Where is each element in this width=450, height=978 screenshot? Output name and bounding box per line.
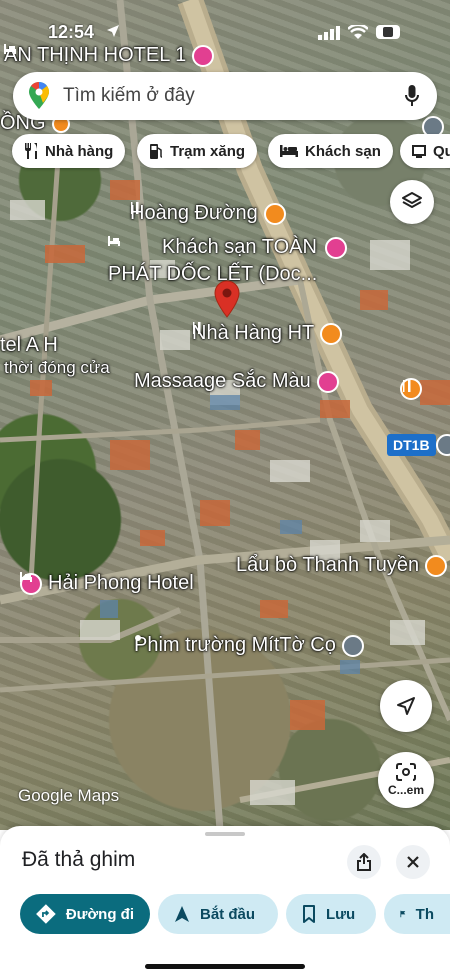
restaurant-icon bbox=[131, 202, 286, 225]
chip-label: Khách sạn bbox=[305, 142, 381, 160]
road-badge-dt1b: DT1B bbox=[387, 434, 436, 456]
poi-label: Nhà Hàng HT bbox=[192, 322, 315, 344]
poi-label: Khách sạn TOÀN bbox=[162, 236, 317, 258]
battery-icon bbox=[376, 25, 400, 39]
hotel-icon bbox=[108, 236, 347, 259]
directions-icon bbox=[36, 904, 56, 924]
directions-button[interactable]: Đường đi bbox=[20, 894, 150, 934]
fork-knife-icon bbox=[25, 143, 37, 159]
google-maps-attribution: Google Maps bbox=[18, 786, 120, 805]
label-label: Th bbox=[415, 905, 434, 923]
layers-button[interactable] bbox=[390, 180, 434, 224]
flag-icon bbox=[400, 910, 406, 918]
poi-closed-status: thời đóng cửa bbox=[4, 358, 110, 377]
microphone-icon[interactable] bbox=[405, 85, 419, 107]
my-location-button[interactable] bbox=[380, 680, 432, 732]
google-maps-logo-icon bbox=[29, 82, 49, 109]
start-button[interactable]: Bắt đầu bbox=[158, 894, 278, 934]
chip-restaurants[interactable]: Nhà hàng bbox=[12, 134, 126, 168]
camera-label: C...em bbox=[387, 783, 424, 797]
poi-tel-a-h[interactable]: tel A H bbox=[0, 334, 58, 357]
cellular-signal-icon bbox=[318, 26, 340, 40]
sheet-title: Đã thả ghim bbox=[22, 848, 136, 871]
search-bar[interactable]: Tìm kiếm ở đây bbox=[13, 72, 437, 120]
chip-label: Nhà hàng bbox=[45, 142, 114, 160]
save-label: Lưu bbox=[326, 905, 356, 923]
directions-label: Đường đi bbox=[65, 905, 134, 923]
camera-icon bbox=[396, 763, 416, 781]
location-arrow-icon bbox=[107, 25, 119, 37]
wifi-icon bbox=[348, 25, 368, 39]
start-label: Bắt đầu bbox=[200, 905, 256, 923]
share-icon bbox=[357, 853, 371, 871]
poi-lau-bo[interactable]: Lẩu bò Thanh Tuyền bbox=[236, 554, 448, 577]
hotel-icon bbox=[4, 44, 215, 67]
status-time: 12:54 bbox=[48, 22, 95, 42]
place-icon bbox=[135, 634, 364, 657]
status-bar: 12:54 bbox=[0, 0, 450, 44]
lens-camera-button[interactable]: C...em bbox=[378, 752, 434, 808]
save-button[interactable]: Lưu bbox=[286, 894, 376, 934]
poi-nha-hang-ht[interactable]: Nhà Hàng HT bbox=[192, 322, 343, 345]
shopping-icon bbox=[412, 145, 426, 158]
poi-an-thinh-hotel[interactable]: AN THỊNH HOTEL 1 bbox=[4, 44, 215, 67]
navigation-arrow-icon bbox=[397, 697, 415, 715]
poi-label: Phim trường MítTờ Cọ bbox=[134, 634, 336, 656]
label-button[interactable]: Th bbox=[384, 894, 450, 934]
hotel-icon bbox=[20, 572, 42, 595]
restaurant-icon bbox=[193, 322, 343, 345]
restaurant-icon[interactable] bbox=[400, 378, 422, 400]
spa-icon bbox=[316, 370, 339, 393]
chip-label: Qu bbox=[433, 142, 450, 160]
home-indicator[interactable] bbox=[145, 964, 305, 969]
share-button[interactable] bbox=[347, 845, 381, 879]
close-button[interactable] bbox=[396, 845, 430, 879]
layers-icon bbox=[402, 192, 422, 208]
poi-hai-phong-hotel[interactable]: Hải Phong Hotel bbox=[20, 572, 194, 595]
search-input[interactable]: Tìm kiếm ở đây bbox=[63, 85, 195, 107]
category-chips: Nhà hàng Trạm xăng Khách sạn Qu bbox=[0, 134, 450, 168]
poi-phim-truong[interactable]: Phim trường MítTờ Cọ bbox=[134, 634, 364, 657]
chip-shopping[interactable]: Qu bbox=[400, 134, 450, 168]
navigation-icon bbox=[175, 906, 189, 922]
poi-massage[interactable]: Massaage Sắc Màu bbox=[134, 370, 339, 393]
restaurant-icon bbox=[425, 554, 448, 577]
bottom-sheet[interactable]: Đã thả ghim Đường đi Bắt đầu Lưu Th bbox=[0, 826, 450, 978]
poi-label: Massaage Sắc Màu bbox=[134, 370, 311, 392]
bed-icon bbox=[280, 145, 298, 157]
chip-gas-stations[interactable]: Trạm xăng bbox=[137, 134, 258, 168]
close-icon bbox=[407, 856, 419, 868]
chip-label: Trạm xăng bbox=[170, 142, 246, 160]
bookmark-icon bbox=[303, 905, 315, 923]
poi-label: Lẩu bò Thanh Tuyền bbox=[236, 554, 420, 576]
poi-hoang-duong[interactable]: Hoàng Đường bbox=[130, 202, 286, 225]
gas-station-icon bbox=[150, 144, 163, 159]
poi-label: Hoàng Đường bbox=[130, 202, 258, 224]
poi-toan-phat-hotel[interactable]: Khách sạn TOÀN PHÁT DỐC LẾT (Doc... bbox=[108, 236, 347, 286]
chip-hotels[interactable]: Khách sạn bbox=[268, 134, 393, 168]
poi-label: AN THỊNH HOTEL 1 bbox=[4, 44, 187, 66]
poi-label: Hải Phong Hotel bbox=[48, 572, 194, 594]
drag-handle[interactable] bbox=[205, 832, 245, 836]
